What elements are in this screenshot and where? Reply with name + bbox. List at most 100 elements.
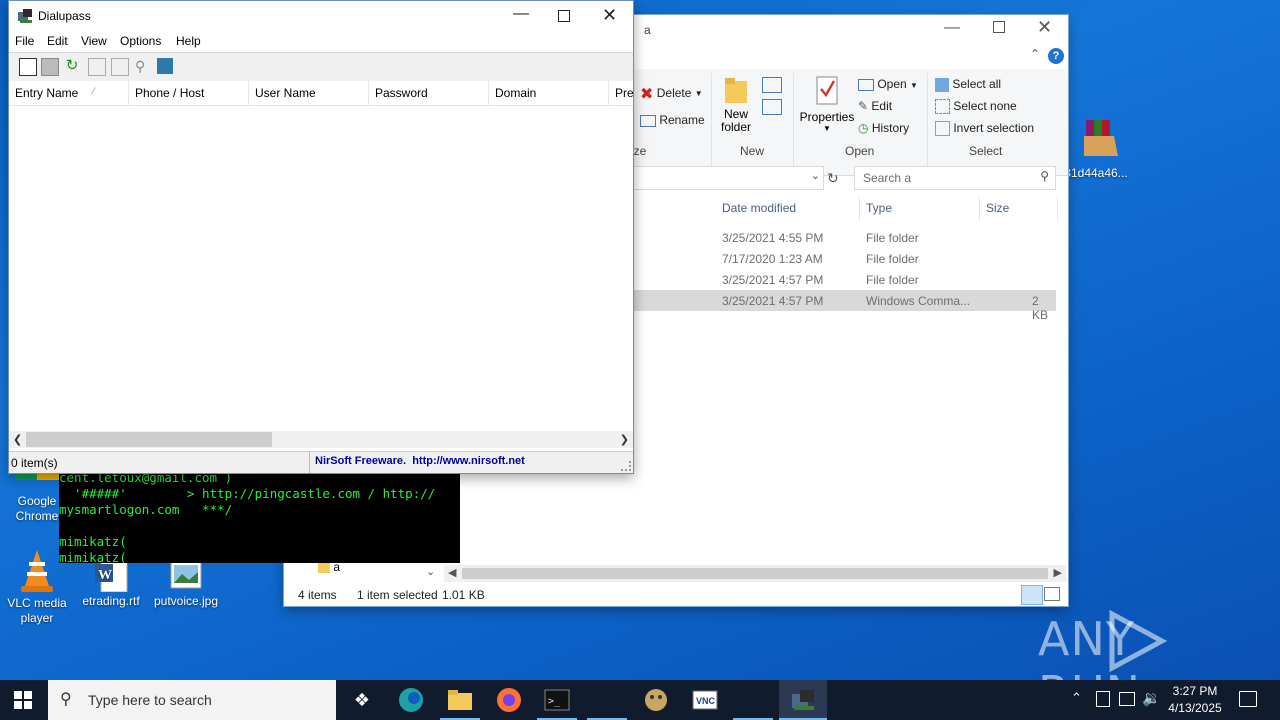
column-header-date[interactable]: Date modified: [722, 201, 796, 215]
resize-grip-icon[interactable]: [621, 461, 631, 471]
menu-edit[interactable]: Edit: [47, 34, 68, 48]
file-row-selected[interactable]: 3/25/2021 4:57 PM Windows Comma... 2 KB: [634, 290, 1056, 322]
select-group-label: Select: [969, 144, 1003, 158]
firefox-icon[interactable]: [495, 686, 523, 714]
taskbar-search-box[interactable]: ⚲ Type here to search: [48, 680, 336, 720]
column-header-size[interactable]: Size: [986, 201, 1009, 215]
scroll-left-arrow-icon[interactable]: ◀: [448, 566, 456, 579]
scroll-left-arrow-icon[interactable]: ❮: [13, 433, 22, 446]
scroll-right-arrow-icon[interactable]: ▶: [1054, 566, 1062, 579]
rename-button[interactable]: Rename: [640, 113, 705, 127]
ribbon-collapse-chevron-icon[interactable]: ⌃: [1030, 47, 1040, 61]
file-row[interactable]: 3/25/2021 4:55 PM File folder: [634, 227, 1056, 248]
volume-icon[interactable]: 🔉: [1142, 689, 1161, 707]
dialupass-toolbar: ↻ ⚲: [9, 52, 633, 82]
history-button[interactable]: ◷ History: [858, 121, 909, 135]
menu-file[interactable]: File: [15, 34, 34, 48]
desktop-icon-etrading[interactable]: W etrading.rtf: [74, 559, 148, 609]
mimikatz-app-icon[interactable]: [642, 686, 670, 714]
scrollbar-thumb[interactable]: [462, 568, 1048, 579]
column-header-pre[interactable]: Pre: [615, 86, 634, 100]
easy-access-icon[interactable]: [762, 99, 782, 115]
file-row[interactable]: 7/17/2020 1:23 AM File folder: [634, 248, 1056, 269]
dropdown-arrow-icon: ▼: [823, 124, 831, 133]
close-icon[interactable]: ✕: [602, 5, 617, 26]
search-placeholder: Search a: [863, 171, 912, 185]
tray-overflow-chevron-icon[interactable]: ⌃: [1071, 690, 1082, 706]
large-icons-view-icon[interactable]: [1044, 587, 1060, 601]
taskbar-clock[interactable]: 3:27 PM 4/13/2025: [1160, 683, 1230, 717]
dialupass-titlebar[interactable]: Dialupass — ✕: [9, 1, 633, 32]
nav-pane-chevron-down-icon[interactable]: ⌄: [426, 565, 435, 578]
row-type: File folder: [866, 252, 919, 266]
row-date: 3/25/2021 4:57 PM: [722, 273, 824, 287]
desktop-icon-putvoice[interactable]: putvoice.jpg: [149, 560, 223, 609]
select-none-button[interactable]: Select none: [935, 99, 1017, 115]
new-folder-button[interactable]: New folder: [716, 75, 756, 134]
notification-center-icon[interactable]: [1239, 691, 1257, 707]
winrar-archive-icon: [1074, 118, 1118, 162]
column-header-type[interactable]: Type: [866, 201, 892, 215]
nirsoft-link[interactable]: NirSoft Freeware. http://www.nirsoft.net: [315, 455, 525, 467]
vnc-viewer-icon[interactable]: VNC: [691, 686, 719, 714]
dialupass-title: Dialupass: [38, 9, 91, 23]
refresh-icon[interactable]: ↻: [64, 58, 80, 74]
column-header-password[interactable]: Password: [375, 86, 428, 100]
details-view-icon[interactable]: [1021, 585, 1043, 605]
address-bar[interactable]: ⌄: [632, 166, 824, 190]
scrollbar-thumb[interactable]: [26, 432, 272, 447]
dialupass-statusbar: 0 item(s) NirSoft Freeware. http://www.n…: [9, 451, 633, 473]
column-header-entry-name[interactable]: Entry Name: [15, 86, 78, 100]
windows-start-icon[interactable]: [14, 691, 32, 709]
svg-text:VNC: VNC: [696, 696, 716, 706]
invert-selection-button[interactable]: Invert selection: [935, 121, 1034, 137]
help-icon[interactable]: ?: [1048, 48, 1064, 64]
file-row[interactable]: 3/25/2021 4:57 PM File folder: [634, 269, 1056, 290]
mimikatz-console-window[interactable]: cent.letoux@gmail.com ) '#####' > http:/…: [59, 470, 460, 563]
ribbon-divider: [711, 73, 712, 169]
search-input[interactable]: Search a ⚲: [854, 166, 1056, 190]
menu-view[interactable]: View: [81, 34, 107, 48]
minimize-icon[interactable]: —: [513, 5, 529, 23]
select-all-button[interactable]: Select all: [935, 77, 1001, 92]
column-divider: [608, 81, 609, 105]
save-icon[interactable]: [41, 58, 59, 76]
list-horizontal-scrollbar[interactable]: ❮ ❯: [9, 431, 633, 448]
command-prompt-icon[interactable]: >_: [543, 686, 571, 714]
html-report-icon[interactable]: [19, 58, 37, 76]
copy-icon[interactable]: [88, 58, 106, 76]
properties-button[interactable]: Properties ▼: [798, 75, 856, 133]
delete-button[interactable]: ✖ Delete ▼: [640, 84, 703, 104]
address-dropdown-chevron-icon[interactable]: ⌄: [811, 169, 820, 182]
tray-device-icon[interactable]: [1096, 691, 1110, 707]
properties-icon[interactable]: [111, 58, 129, 76]
edge-browser-icon[interactable]: [397, 686, 425, 714]
column-divider: [488, 81, 489, 105]
taskbar-search-placeholder: Type here to search: [88, 692, 212, 708]
find-icon[interactable]: ⚲: [135, 58, 151, 74]
open-button[interactable]: Open ▼: [858, 77, 918, 91]
column-header-user-name[interactable]: User Name: [255, 86, 316, 100]
menu-help[interactable]: Help: [176, 34, 201, 48]
exit-icon[interactable]: [157, 58, 173, 74]
maximize-icon[interactable]: [558, 10, 570, 22]
close-icon[interactable]: ✕: [1037, 17, 1052, 38]
task-view-icon[interactable]: ❖: [348, 686, 376, 714]
dialupass-window[interactable]: Dialupass — ✕ File Edit View Options Hel…: [8, 0, 634, 474]
menu-options[interactable]: Options: [120, 34, 161, 48]
desktop-icon-label: VLC media player: [7, 596, 67, 625]
column-header-domain[interactable]: Domain: [495, 86, 536, 100]
desktop-icon-archive[interactable]: 31d44a46...: [1056, 118, 1136, 181]
horizontal-scrollbar[interactable]: ◀ ▶: [444, 565, 1066, 582]
maximize-icon[interactable]: [993, 21, 1005, 33]
row-type: File folder: [866, 273, 919, 287]
taskbar-active-app[interactable]: [779, 680, 827, 720]
scroll-right-arrow-icon[interactable]: ❯: [620, 433, 629, 446]
refresh-icon[interactable]: ↻: [827, 170, 839, 187]
new-item-icon[interactable]: [762, 77, 782, 93]
file-explorer-icon[interactable]: [446, 686, 474, 714]
edit-button[interactable]: ✎ Edit: [858, 99, 892, 113]
network-icon[interactable]: [1119, 692, 1135, 706]
column-header-phone-host[interactable]: Phone / Host: [135, 86, 204, 100]
minimize-icon[interactable]: —: [944, 19, 960, 37]
